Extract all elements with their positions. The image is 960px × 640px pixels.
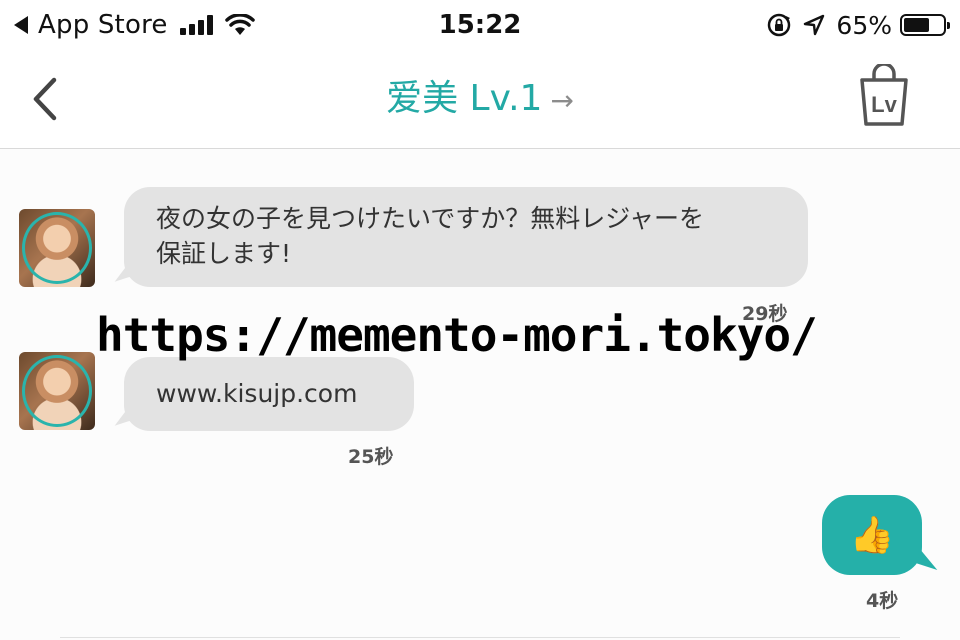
battery-icon [900, 14, 950, 36]
message-text: 保証します! [156, 239, 292, 268]
chat-partner-title[interactable]: 爱美 Lv.1 → [0, 76, 960, 124]
chat-thread[interactable]: 夜の女の子を見つけたいですか？無料レジャーを 保証します! 29秒 www.ki… [0, 149, 960, 640]
message-timestamp: 4秒 [866, 590, 899, 612]
battery-level [904, 18, 929, 32]
divider [60, 637, 900, 638]
rotation-lock-icon [768, 13, 791, 37]
shop-icon-text: Lv [871, 92, 897, 117]
message-text: www.kisujp.com [156, 379, 358, 408]
arrow-right-icon: → [550, 84, 574, 117]
message-timestamp: 25秒 [348, 446, 394, 468]
watermark-url: https://memento-mori.tokyo/ [96, 308, 818, 362]
avatar[interactable] [19, 209, 95, 287]
message-bubble-incoming[interactable]: 夜の女の子を見つけたいですか？無料レジャーを 保証します! [124, 187, 808, 287]
message-bubble-outgoing[interactable]: 👍 [822, 495, 922, 575]
thumbs-up-emoji: 👍 [849, 515, 895, 556]
level-shop-bag-icon[interactable]: Lv [854, 64, 914, 130]
avatar[interactable] [19, 352, 95, 430]
message-bubble-incoming[interactable]: www.kisujp.com [124, 357, 414, 431]
chat-header: 爱美 Lv.1 → Lv [0, 50, 960, 149]
status-bar: App Store 15:22 65% [0, 0, 960, 50]
message-text: 夜の女の子を見つけたいですか？無料レジャーを [156, 204, 705, 233]
location-icon [804, 14, 825, 36]
battery-percent: 65% [836, 10, 892, 40]
chat-partner-name: 爱美 Lv.1 [386, 78, 543, 119]
